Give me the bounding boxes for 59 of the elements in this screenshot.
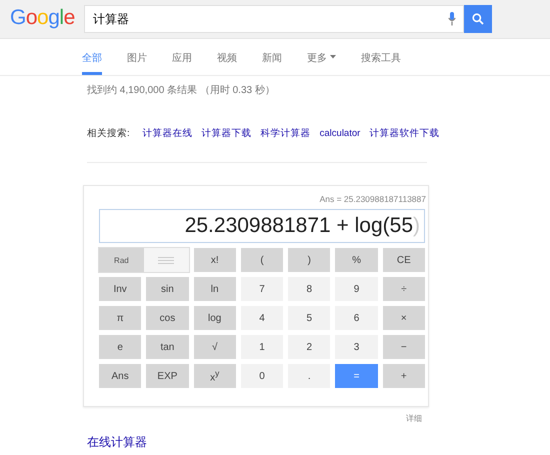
calculator-key[interactable]: 4 [240, 306, 284, 330]
calculator-key[interactable]: log [194, 306, 236, 330]
related-link[interactable]: 计算器下载 [202, 127, 252, 140]
calculator-key[interactable]: % [335, 248, 378, 272]
result-stats: 找到约 4,190,000 条结果 （用时 0.33 秒） [87, 84, 276, 97]
search-tab[interactable]: 搜索工具 [361, 39, 401, 75]
calculator-key[interactable]: √ [194, 335, 236, 359]
search-button[interactable] [464, 5, 492, 33]
search-tab[interactable]: 新闻 [262, 39, 282, 75]
calculator-key[interactable]: 8 [288, 277, 330, 301]
result-title-link[interactable]: 在线计算器 [87, 434, 550, 451]
calculator-key[interactable]: − [382, 335, 425, 359]
related-link[interactable]: 计算器软件下载 [369, 127, 440, 140]
microphone-icon[interactable] [448, 12, 456, 26]
calculator-key[interactable]: 1 [240, 335, 284, 359]
calculator-key[interactable]: 0 [240, 364, 284, 388]
calculator-key[interactable]: × [382, 306, 425, 330]
logo[interactable]: Google [9, 5, 76, 33]
calculator-key[interactable]: + [382, 364, 425, 388]
dot-grid-icon [158, 256, 174, 264]
search-tab[interactable]: 更多 [307, 39, 336, 75]
calculator-key[interactable]: 9 [335, 277, 378, 301]
calculator-key[interactable]: tan [146, 335, 189, 359]
calculator-key[interactable]: Ans [99, 364, 142, 388]
related-link[interactable]: 计算器在线 [142, 127, 193, 140]
search-tab[interactable]: 应用 [172, 39, 192, 75]
calculator-key[interactable]: 6 [335, 306, 378, 330]
caret-icon [330, 55, 336, 59]
calculator-key[interactable]: x! [194, 248, 236, 272]
calculator-key[interactable]: ( [240, 248, 284, 272]
search-tab[interactable]: 视频 [217, 39, 237, 75]
calculator-key[interactable]: 5 [288, 306, 330, 330]
calculator-key[interactable]: EXP [146, 364, 189, 388]
calculator-key[interactable]: x$^{y}$ [194, 364, 236, 388]
calculator-key[interactable]: CE [382, 248, 425, 272]
calculator-key[interactable]: . [288, 364, 330, 388]
related-link[interactable]: calculator [320, 128, 360, 139]
calculator-key[interactable]: e [99, 335, 142, 359]
calculator-key[interactable]: sin [146, 277, 189, 301]
calculator-key[interactable]: 7 [240, 277, 284, 301]
ans-text: Ans = 25.230988187113887 [318, 194, 427, 206]
related-label: 相关搜索: [87, 127, 130, 140]
related-link[interactable]: 科学计算器 [260, 127, 311, 140]
search-icon [472, 13, 484, 25]
details-link[interactable]: 详细 [406, 414, 422, 423]
closing-paren: ) [413, 214, 420, 238]
calculator-key[interactable]: 3 [335, 335, 378, 359]
expression-text: 25.2309881871 + log(55 [184, 214, 413, 238]
calculator-key[interactable]: ln [194, 277, 236, 301]
search-tab[interactable]: 图片 [127, 39, 147, 75]
calculator-key[interactable]: 2 [288, 335, 330, 359]
calculator-key[interactable]: ÷ [382, 277, 425, 301]
calculator-key[interactable]: ) [288, 248, 330, 272]
calculator-key[interactable]: cos [146, 306, 189, 330]
calculator-key[interactable]: π [99, 306, 142, 330]
search-tab[interactable]: 全部 [82, 39, 102, 75]
calculator-key[interactable]: Inv [99, 277, 142, 301]
search-field[interactable]: 计算器 [84, 5, 464, 33]
rad-option[interactable]: Rad [99, 248, 144, 272]
